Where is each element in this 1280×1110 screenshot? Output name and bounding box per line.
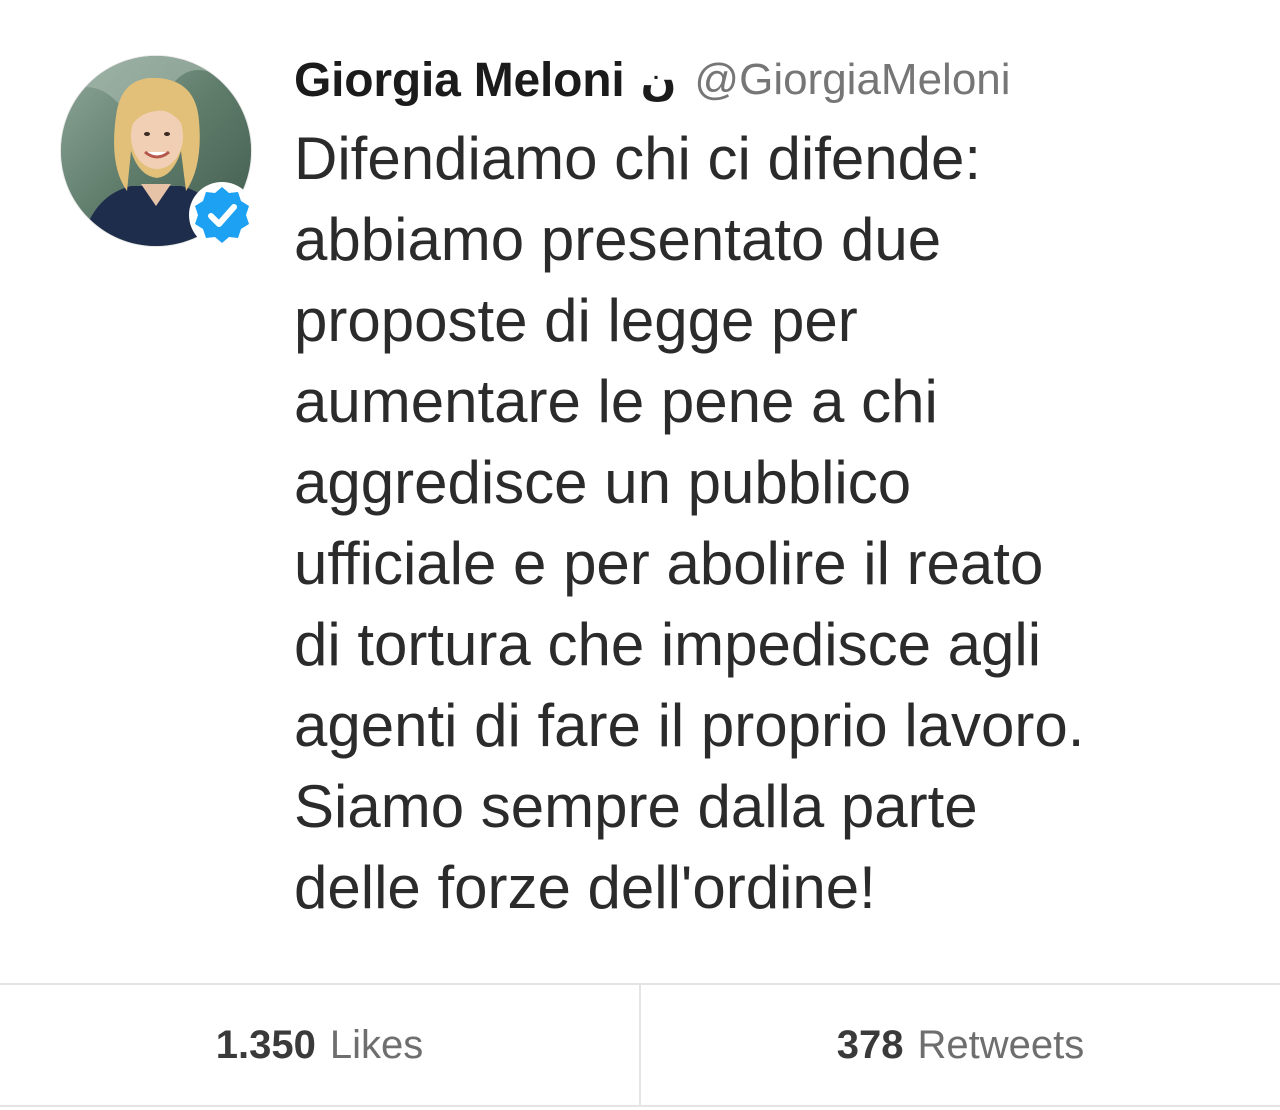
author-avatar-container[interactable] <box>60 55 255 248</box>
author-name-symbol: ن <box>640 55 677 105</box>
likes-label: Likes <box>329 1022 424 1067</box>
retweets-stat[interactable]: 378 Retweets <box>639 985 1280 1105</box>
tweet-text-line: delle forze dell'ordine! <box>294 854 876 921</box>
likes-count: 1.350 <box>215 1022 316 1067</box>
author-handle[interactable]: @GiorgiaMeloni <box>694 55 1010 105</box>
author-name[interactable]: Giorgia Meloni <box>294 53 625 108</box>
tweet-header: Giorgia Meloni ن @GiorgiaMeloni <box>294 46 1011 114</box>
tweet-text: Difendiamo chi ci difende: abbiamo prese… <box>294 118 1254 928</box>
tweet-text-line: aumentare le pene a chi <box>294 368 938 435</box>
verified-badge-icon <box>189 182 255 248</box>
likes-stat[interactable]: 1.350 Likes <box>0 985 639 1105</box>
retweets-label: Retweets <box>917 1022 1085 1067</box>
tweet-text-line: agenti di fare il proprio lavoro. <box>294 692 1085 759</box>
tweet-text-line: Siamo sempre dalla parte <box>294 773 978 840</box>
tweet-stats-bar: 1.350 Likes 378 Retweets <box>0 983 1280 1107</box>
tweet-text-line: Difendiamo chi ci difende: <box>294 125 982 192</box>
tweet-text-line: aggredisce un pubblico <box>294 449 912 516</box>
tweet-text-line: ufficiale e per abolire il reato <box>294 530 1044 597</box>
tweet-text-line: di tortura che impedisce agli <box>294 611 1042 678</box>
retweets-count: 378 <box>836 1022 904 1067</box>
tweet-card: Giorgia Meloni ن @GiorgiaMeloni Difendia… <box>0 0 1280 980</box>
tweet-text-line: proposte di legge per <box>294 287 858 354</box>
tweet-text-line: abbiamo presentato due <box>294 206 942 273</box>
